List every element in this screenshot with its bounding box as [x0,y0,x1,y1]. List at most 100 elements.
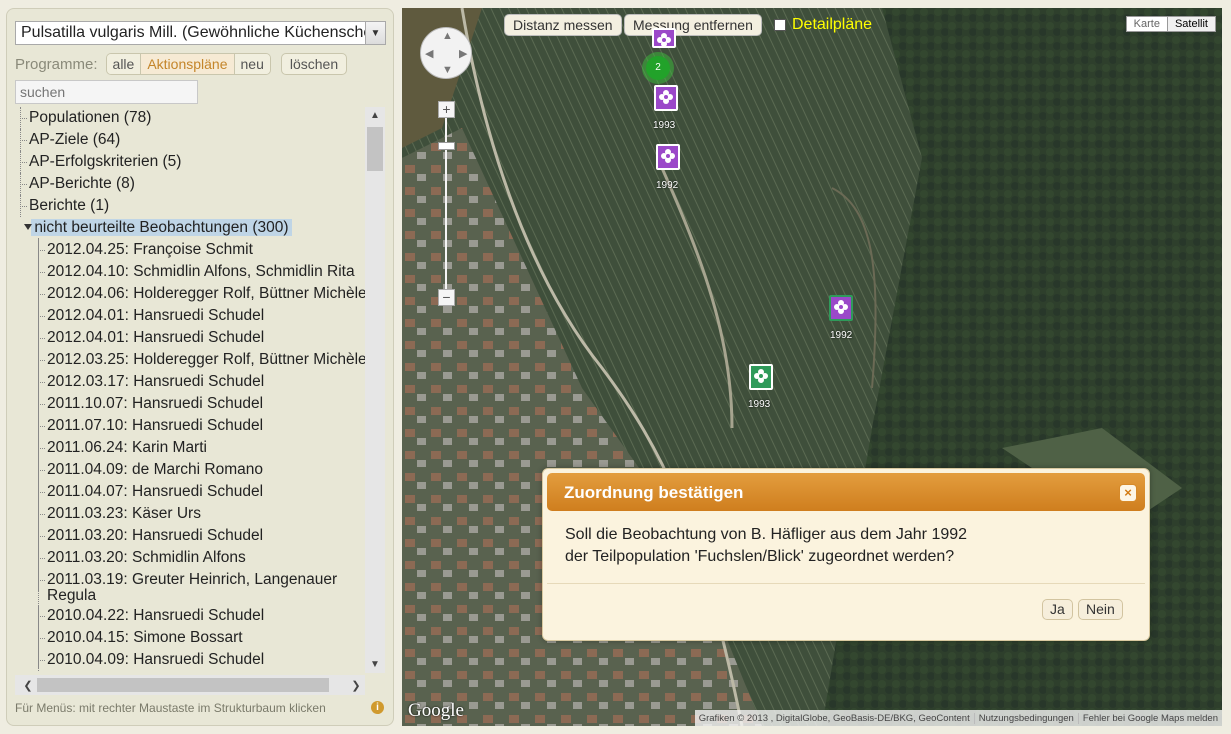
tree-observation[interactable]: 2012.03.17: Hansruedi Schudel [33,371,264,393]
remove-measurement-button[interactable]: Messung entfernen [624,14,762,36]
measure-distance-button[interactable]: Distanz messen [504,14,622,36]
tree-observation-label: 2012.04.06: Holderegger Rolf, Büttner Mi… [47,285,367,302]
pan-left-icon[interactable]: ◀ [425,47,433,60]
tree-vertical-scrollbar[interactable]: ▲ ▼ [365,107,385,673]
scrollbar-thumb[interactable] [367,127,383,171]
map-type-switch: Karte Satellit [1125,16,1216,32]
tree-node-unassessed-observations[interactable]: nicht beurteilte Beobachtungen (300) [15,217,292,239]
tree-connector [33,605,45,627]
tree-observation[interactable]: 2012.03.25: Holderegger Rolf, Büttner Mi… [33,349,367,371]
program-actionplans-button[interactable]: Aktionspläne [141,54,235,74]
tree-observation[interactable]: 2011.04.07: Hansruedi Schudel [33,481,263,503]
species-select[interactable]: Pulsatilla vulgaris Mill. (Gewöhnliche K… [15,21,386,45]
expanded-arrow-icon[interactable] [24,224,32,230]
tree-observation[interactable]: 2010.04.15: Simone Bossart [33,627,243,649]
tree-observation[interactable]: 2011.04.09: de Marchi Romano [33,459,263,481]
tree-observation-label: 2011.04.09: de Marchi Romano [47,461,263,478]
tree-node-populations[interactable]: Populationen (78) [15,107,151,129]
tree-node-label: AP-Erfolgskriterien (5) [29,153,182,170]
scroll-left-icon[interactable]: ❮ [19,675,37,695]
dialog-title: Zuordnung bestätigen [564,483,744,502]
tree-connector [33,459,45,481]
tree-observation[interactable]: 2011.03.19: Greuter Heinrich, Langenauer… [33,569,363,605]
tree-connector [33,503,45,525]
report-error-link[interactable]: Fehler bei Google Maps melden [1079,713,1222,724]
scroll-right-icon[interactable]: ❯ [347,675,365,695]
tree-observation[interactable]: 2010.04.09: Hansruedi Schudel [33,649,264,671]
tree-observation-label: 2012.03.25: Holderegger Rolf, Büttner Mi… [47,351,367,368]
map-type-map-button[interactable]: Karte [1126,17,1167,31]
tree-observation[interactable]: 2012.04.01: Hansruedi Schudel [33,305,264,327]
tree-node-reports[interactable]: Berichte (1) [15,195,109,217]
tree-observation[interactable]: 2011.07.10: Hansruedi Schudel [33,415,263,437]
tree-observation[interactable]: 2011.06.24: Karin Marti [33,437,207,459]
structure-tree: Populationen (78) AP-Ziele (64) AP-Erfol… [15,107,367,673]
tree-observation[interactable]: 2010.04.22: Hansruedi Schudel [33,605,264,627]
tree-observation[interactable]: 2011.10.07: Hansruedi Schudel [33,393,263,415]
tree-connector [15,129,27,151]
pan-right-icon[interactable]: ▶ [459,47,467,60]
chevron-down-icon[interactable]: ▼ [365,22,385,44]
tree-connector [33,283,45,305]
dialog-message: Soll die Beobachtung von B. Häfliger aus… [565,524,967,568]
search-input[interactable] [15,80,198,104]
flower-icon [659,90,673,104]
tree-node-ap-reports[interactable]: AP-Berichte (8) [15,173,135,195]
tree-observation[interactable]: 2011.03.23: Käser Urs [33,503,201,525]
program-all-button[interactable]: alle [106,54,142,74]
tree-node-ap-goals[interactable]: AP-Ziele (64) [15,129,120,151]
tree-observation-label: 2011.07.10: Hansruedi Schudel [47,417,264,434]
tree-observation[interactable]: 2012.04.25: Françoise Schmit [33,239,253,261]
no-button[interactable]: Nein [1078,599,1123,620]
map-type-satellite-button[interactable]: Satellit [1166,17,1215,31]
tree-observation[interactable]: 2012.04.10: Schmidlin Alfons, Schmidlin … [33,261,355,283]
marker-cluster[interactable]: 2 [646,56,670,80]
tree-connector [33,525,45,547]
tree-connector [15,173,27,195]
pan-control[interactable]: ▲ ▼ ◀ ▶ [420,27,472,79]
tree-observation[interactable]: 2012.04.01: Hansruedi Schudel [33,327,264,349]
tree-observation-label: 2012.04.01: Hansruedi Schudel [47,307,265,324]
zoom-slider-handle[interactable] [438,142,455,150]
flower-icon [657,33,671,47]
tree-observation-label: 2010.04.09: Hansruedi Schudel [47,651,265,668]
footer-hint: Für Menüs: mit rechter Maustaste im Stru… [15,701,326,715]
info-icon[interactable]: i [371,701,384,714]
dialog-header[interactable]: Zuordnung bestätigen × [547,473,1145,511]
tree-connector [33,437,45,459]
tree-node-label: nicht beurteilte Beobachtungen (300) [31,219,292,236]
tree-horizontal-scrollbar[interactable]: ❮ ❯ [15,675,365,695]
tree-node-label: AP-Berichte (8) [29,175,135,192]
observation-marker[interactable] [829,295,853,321]
tree-observation[interactable]: 2011.03.20: Schmidlin Alfons [33,547,246,569]
scroll-down-icon[interactable]: ▼ [365,656,385,673]
pan-up-icon[interactable]: ▲ [442,30,453,42]
tree-connector [33,649,45,671]
flower-icon [834,300,848,314]
delete-button[interactable]: löschen [280,53,348,75]
observation-marker[interactable] [749,364,773,390]
program-new-button[interactable]: neu [234,54,270,74]
close-icon[interactable]: × [1119,484,1137,502]
observation-marker[interactable] [656,144,680,170]
tree-observation[interactable]: 2012.04.06: Holderegger Rolf, Büttner Mi… [33,283,367,305]
tree-node-ap-success[interactable]: AP-Erfolgskriterien (5) [15,151,181,173]
scrollbar-thumb[interactable] [37,678,329,692]
detail-plans-checkbox[interactable] [774,19,786,31]
observation-marker[interactable] [654,85,678,111]
zoom-slider[interactable] [445,108,447,300]
tree-observation-label: 2010.04.22: Hansruedi Schudel [47,607,265,624]
tree-observation-label: 2010.04.15: Simone Bossart [47,629,243,646]
tree-observation[interactable]: 2011.03.20: Hansruedi Schudel [33,525,263,547]
yes-button[interactable]: Ja [1042,599,1073,620]
pan-down-icon[interactable]: ▼ [442,64,453,76]
marker-label: 1992 [830,330,853,341]
zoom-out-button[interactable]: − [438,289,455,306]
scroll-up-icon[interactable]: ▲ [365,107,385,124]
flower-icon [754,369,768,383]
terms-link[interactable]: Nutzungsbedingungen [975,712,1079,724]
dialog-message-line1: Soll die Beobachtung von B. Häfliger aus… [565,526,968,543]
tree-node-label: Populationen (78) [29,109,152,126]
zoom-in-button[interactable]: + [438,101,455,118]
observation-marker[interactable] [652,28,676,48]
